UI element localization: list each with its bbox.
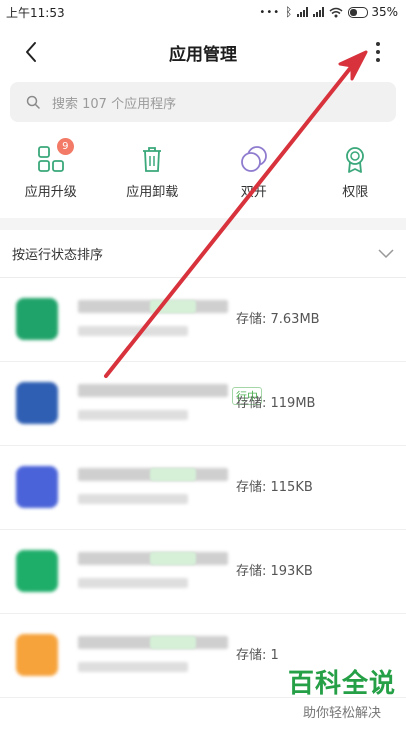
app-icon [16, 298, 58, 340]
status-dots: ••• [259, 6, 281, 18]
quick-actions: 9 应用升级 应用卸载 双开 权限 [0, 138, 406, 214]
app-list-item[interactable]: 存储: 193KB [0, 530, 406, 614]
signal-icon [297, 7, 309, 17]
dual-circle-icon [240, 146, 267, 172]
app-detail-pixelated [78, 662, 188, 672]
quick-action-label: 权限 [342, 185, 369, 200]
app-storage-size: 存储: 1 [236, 648, 279, 663]
status-icons: ••• ᛒ 35% [259, 5, 398, 19]
quick-action-upgrade[interactable]: 9 应用升级 [0, 138, 102, 214]
quick-action-label: 应用升级 [24, 185, 77, 200]
app-detail-pixelated [78, 410, 188, 420]
watermark: 百科全说 助你轻松解决 [288, 663, 396, 721]
page-title: 应用管理 [169, 45, 237, 65]
more-vertical-icon [376, 42, 380, 46]
sort-label: 按运行状态排序 [12, 248, 104, 263]
app-tag-pixelated [150, 636, 196, 649]
app-name-pixelated [78, 384, 228, 397]
chevron-down-icon [378, 248, 394, 258]
app-storage-size: 存储: 193KB [236, 564, 313, 579]
app-list: 存储: 7.63MB 行中 存储: 119MB 存储: 115KB 存储: 19… [0, 278, 406, 698]
quick-action-uninstall[interactable]: 应用卸载 [102, 144, 204, 214]
app-tag-pixelated [150, 552, 196, 565]
app-tag-pixelated [150, 300, 196, 313]
app-list-item[interactable]: 行中 存储: 119MB [0, 362, 406, 446]
app-storage-size: 存储: 115KB [236, 480, 313, 495]
quick-action-dual-apps[interactable]: 双开 [203, 144, 305, 214]
bluetooth-icon: ᛒ [285, 5, 293, 19]
app-icon [16, 550, 58, 592]
section-divider [0, 218, 406, 230]
status-bar: 上午11:53 ••• ᛒ 35% [0, 0, 406, 24]
quick-action-permissions[interactable]: 权限 [305, 144, 406, 214]
sort-dropdown[interactable]: 按运行状态排序 [0, 230, 406, 278]
battery-indicator: 35% [348, 5, 398, 19]
watermark-title: 百科全说 [287, 669, 396, 699]
signal-2-icon [313, 7, 325, 17]
app-list-item[interactable]: 存储: 115KB [0, 446, 406, 530]
quick-action-label: 双开 [240, 185, 267, 200]
status-time: 上午11:53 [6, 5, 65, 20]
ribbon-badge-icon [346, 147, 365, 173]
app-detail-pixelated [78, 326, 188, 336]
app-icon [16, 382, 58, 424]
trash-icon [143, 147, 162, 172]
battery-percent: 35% [371, 5, 398, 19]
search-icon [26, 95, 40, 109]
app-list-item[interactable]: 存储: 7.63MB [0, 278, 406, 362]
app-detail-pixelated [78, 578, 188, 588]
battery-fill [350, 8, 357, 16]
wifi-icon [329, 7, 343, 17]
battery-icon [348, 6, 369, 18]
search-input[interactable]: 搜索 107 个应用程序 [10, 82, 396, 122]
app-detail-pixelated [78, 494, 188, 504]
watermark-subtitle: 助你轻松解决 [302, 706, 381, 721]
app-icon [16, 466, 58, 508]
app-storage-size: 存储: 7.63MB [236, 312, 320, 327]
app-storage-size: 存储: 119MB [236, 396, 316, 411]
upgrade-count-badge: 9 [56, 138, 74, 155]
app-tag-pixelated [150, 468, 196, 481]
title-bar: 应用管理 [0, 28, 406, 78]
quick-action-label: 应用卸载 [126, 185, 179, 200]
more-options-button[interactable] [370, 42, 386, 66]
app-icon [16, 634, 58, 676]
search-placeholder: 搜索 107 个应用程序 [52, 96, 177, 112]
